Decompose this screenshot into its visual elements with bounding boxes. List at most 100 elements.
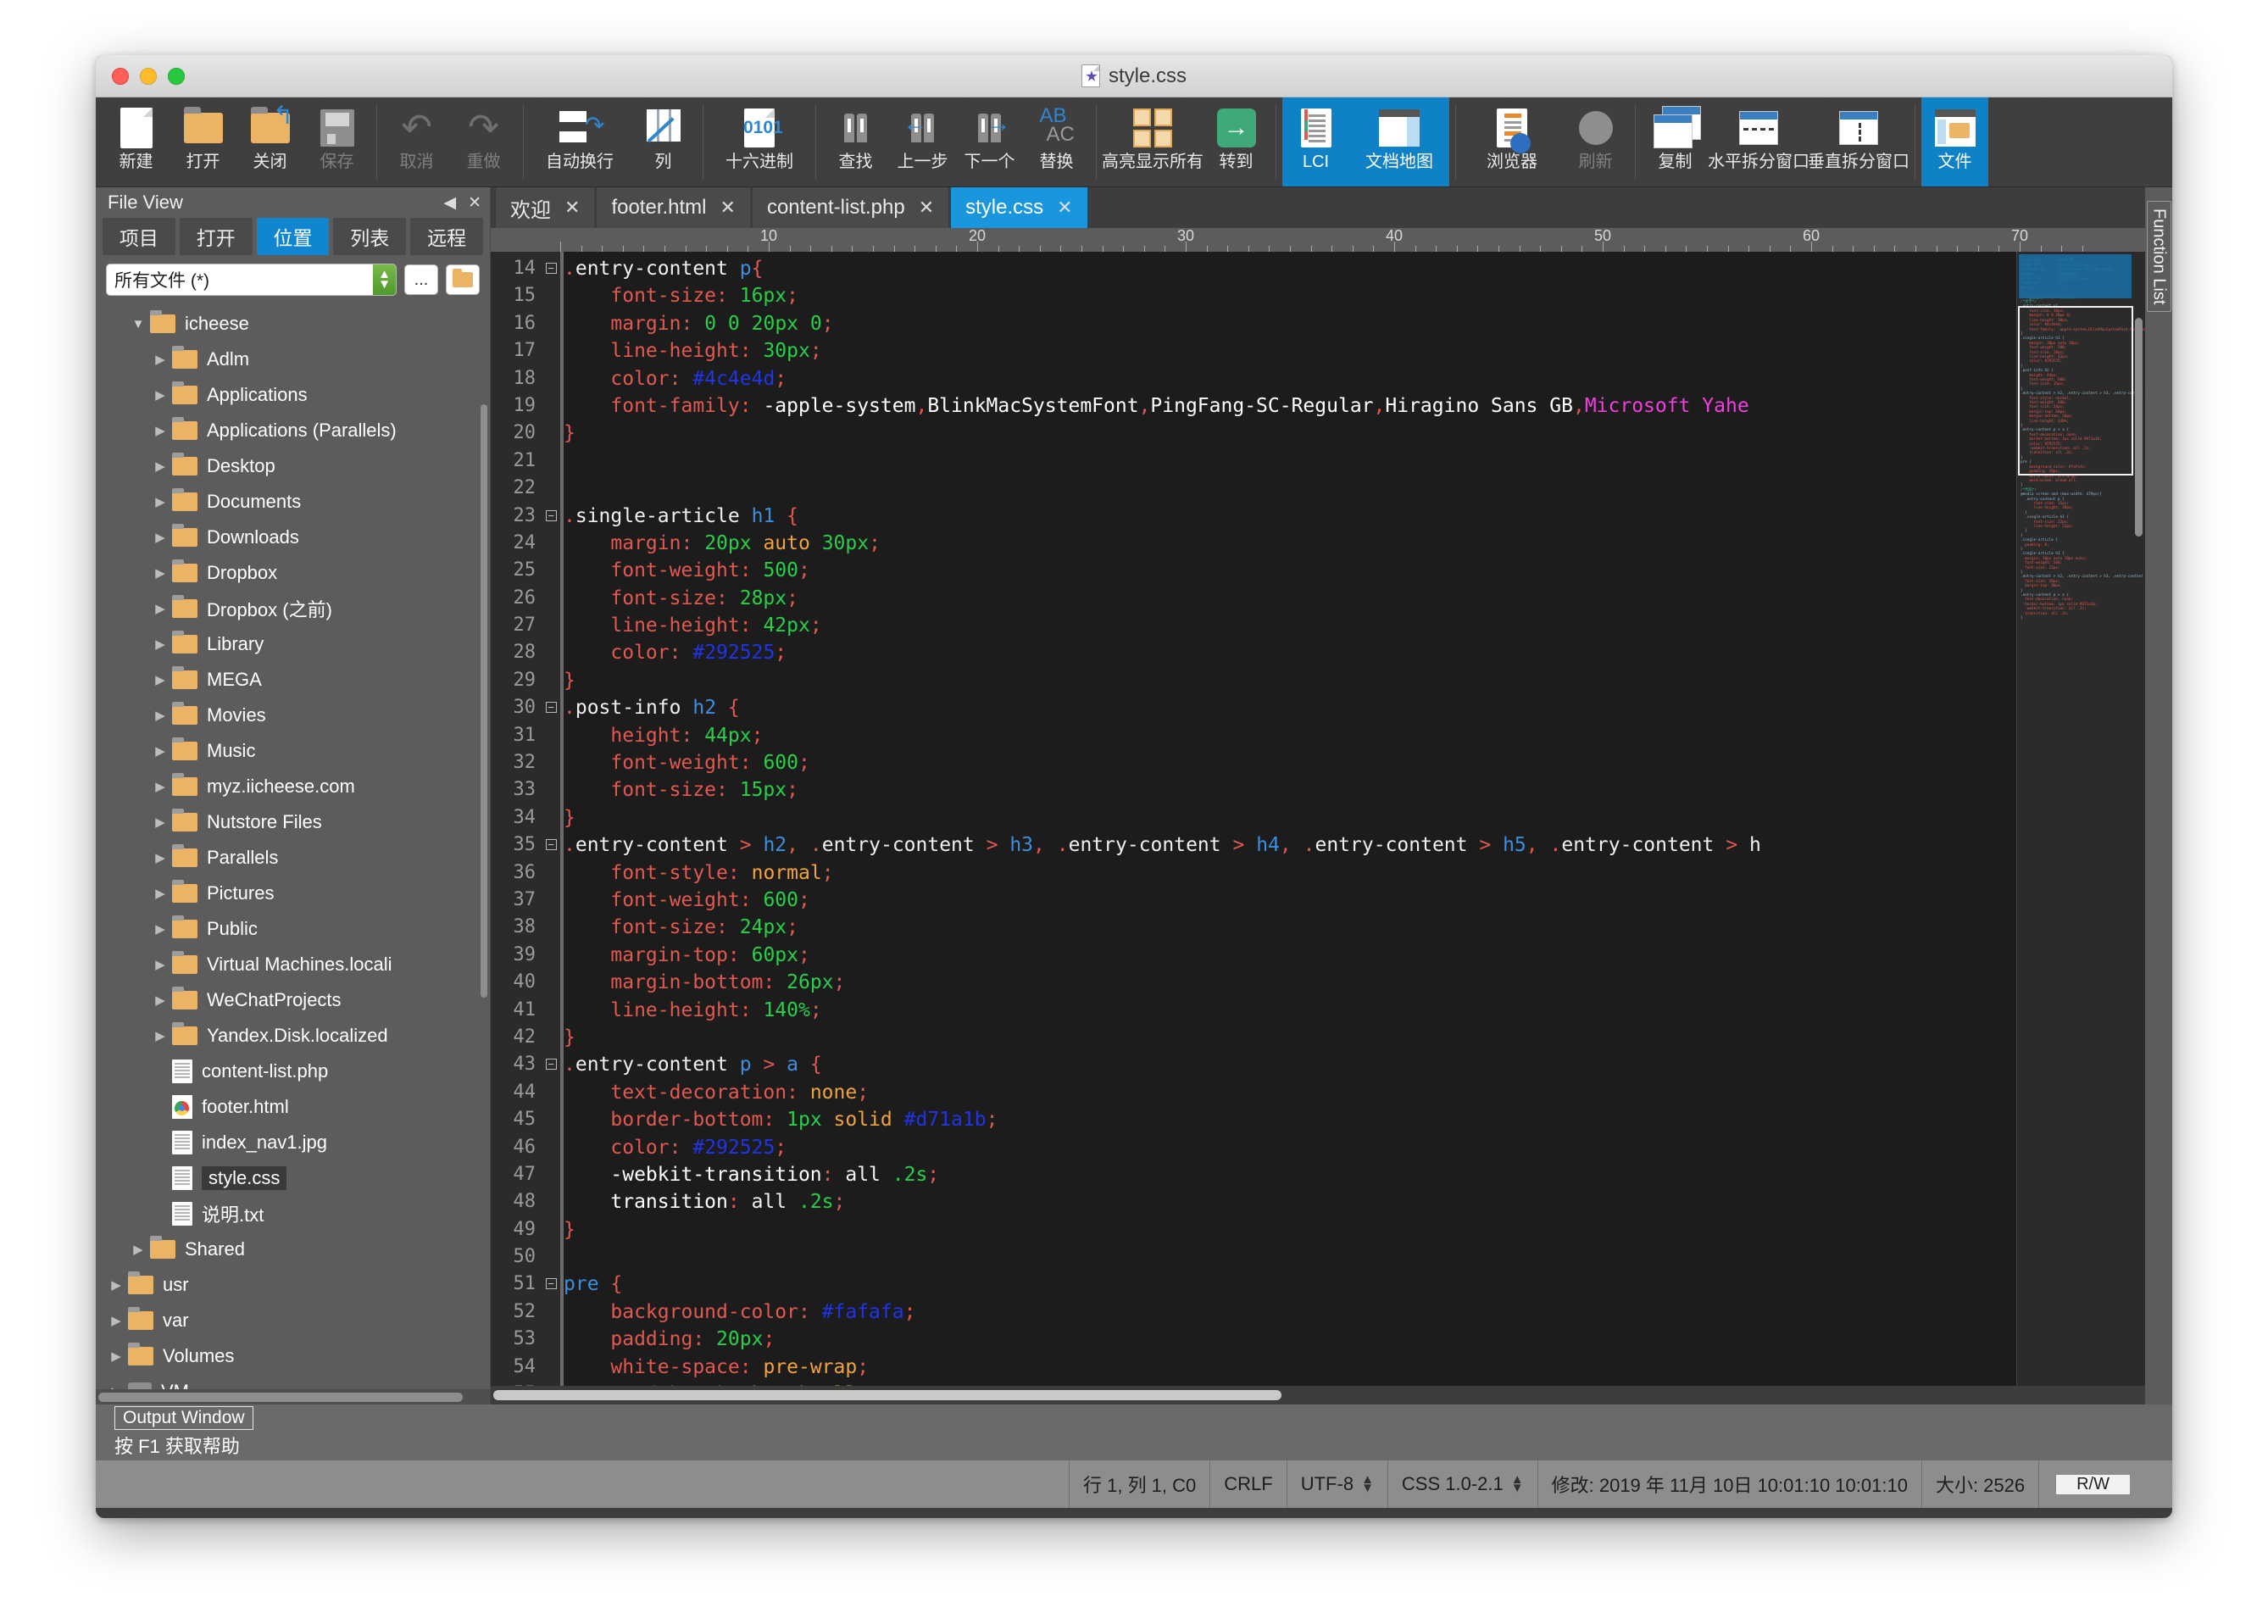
- status-encoding[interactable]: UTF-8 ▲▼: [1287, 1460, 1387, 1508]
- toolbar-button-duplicate[interactable]: 复制: [1642, 97, 1709, 186]
- sidebar-tab-remote[interactable]: 远程: [410, 218, 483, 255]
- toolbar-button-new[interactable]: 新建: [103, 97, 170, 186]
- tree-item[interactable]: ▶Documents: [96, 484, 490, 520]
- twisty-collapsed-icon[interactable]: ▶: [148, 993, 172, 1008]
- twisty-collapsed-icon[interactable]: ▶: [148, 815, 172, 830]
- close-window-button[interactable]: [112, 68, 129, 85]
- toolbar-button-word-wrap[interactable]: ↷ 自动换行: [530, 97, 630, 186]
- twisty-collapsed-icon[interactable]: ▶: [148, 672, 172, 687]
- sidebar-scrollbar[interactable]: [481, 404, 487, 998]
- twisty-collapsed-icon[interactable]: ▶: [148, 530, 172, 545]
- twisty-collapsed-icon[interactable]: ▶: [148, 387, 172, 403]
- sidebar-tab-list[interactable]: 列表: [333, 218, 406, 255]
- tree-item[interactable]: 说明.txt: [96, 1196, 490, 1232]
- twisty-collapsed-icon[interactable]: ▶: [148, 459, 172, 474]
- file-tree[interactable]: ▼icheese▶Adlm▶Applications▶Applications …: [96, 303, 490, 1389]
- tree-item[interactable]: ▼icheese: [96, 306, 490, 342]
- fold-toggle-icon[interactable]: −: [542, 503, 560, 530]
- document-map-viewport[interactable]: [2018, 306, 2133, 476]
- toolbar-button-column[interactable]: 列: [630, 97, 697, 186]
- twisty-collapsed-icon[interactable]: ▶: [148, 565, 172, 581]
- toolbar-button-open[interactable]: 打开: [170, 97, 236, 186]
- browse-button[interactable]: ...: [404, 264, 438, 295]
- editor-tab-footer-html[interactable]: footer.html ✕: [597, 187, 750, 228]
- twisty-collapsed-icon[interactable]: ▶: [148, 957, 172, 972]
- collapse-icon[interactable]: ◀: [443, 193, 456, 213]
- twisty-expanded-icon[interactable]: ▼: [126, 317, 150, 331]
- close-tab-icon[interactable]: ✕: [1057, 197, 1072, 219]
- toolbar-button-undo[interactable]: ↶ 取消: [383, 97, 450, 186]
- tree-item[interactable]: style.css: [96, 1160, 490, 1196]
- tree-item[interactable]: ▶Volumes: [96, 1338, 490, 1374]
- tree-item[interactable]: ▶Desktop: [96, 448, 490, 484]
- tree-item[interactable]: ▶Adlm: [96, 342, 490, 377]
- tree-item[interactable]: ▶Applications: [96, 377, 490, 413]
- close-icon[interactable]: ✕: [468, 193, 481, 213]
- toolbar-button-close[interactable]: ↰ 关闭: [236, 97, 303, 186]
- toolbar-button-document-map[interactable]: 文档地图: [1349, 97, 1449, 186]
- twisty-collapsed-icon[interactable]: ▶: [148, 1028, 172, 1043]
- sidebar-tab-open[interactable]: 打开: [180, 218, 253, 255]
- tree-item[interactable]: ▶Virtual Machines.locali: [96, 947, 490, 982]
- tree-item[interactable]: ▶Dropbox: [96, 555, 490, 591]
- tree-item[interactable]: ▶Applications (Parallels): [96, 413, 490, 448]
- toolbar-button-find-next[interactable]: → 下一个: [956, 97, 1023, 186]
- status-language[interactable]: CSS 1.0-2.1 ▲▼: [1387, 1460, 1537, 1508]
- twisty-collapsed-icon[interactable]: ▶: [148, 779, 172, 794]
- twisty-collapsed-icon[interactable]: ▶: [148, 708, 172, 723]
- twisty-collapsed-icon[interactable]: ▶: [104, 1277, 128, 1293]
- editor-horizontal-scrollbar[interactable]: [491, 1386, 2145, 1404]
- fold-toggle-icon[interactable]: −: [542, 1051, 560, 1078]
- toolbar-button-replace[interactable]: AB AC 替换: [1023, 97, 1090, 186]
- tree-item[interactable]: ▶myz.iicheese.com: [96, 769, 490, 804]
- toolbar-button-browser[interactable]: 浏览器: [1462, 97, 1562, 186]
- tree-item[interactable]: ▶VM: [96, 1374, 490, 1389]
- tree-item[interactable]: ▶Movies: [96, 698, 490, 733]
- editor-tab-welcome[interactable]: 欢迎 ✕: [496, 187, 594, 228]
- sidebar-tab-location[interactable]: 位置: [257, 218, 330, 255]
- twisty-collapsed-icon[interactable]: ▶: [148, 850, 172, 865]
- toolbar-button-highlight-all[interactable]: 高亮显示所有: [1103, 97, 1203, 186]
- toolbar-button-find-previous[interactable]: ← 上一步: [889, 97, 956, 186]
- twisty-collapsed-icon[interactable]: ▶: [148, 601, 172, 616]
- tree-item[interactable]: ▶Pictures: [96, 876, 490, 911]
- function-list-panel-tab[interactable]: Function List: [2145, 187, 2172, 1404]
- close-tab-icon[interactable]: ✕: [919, 197, 934, 219]
- twisty-collapsed-icon[interactable]: ▶: [148, 886, 172, 901]
- twisty-collapsed-icon[interactable]: ▶: [148, 352, 172, 367]
- code-editor[interactable]: 1415161718192021222324252627282930313233…: [491, 252, 2145, 1386]
- close-tab-icon[interactable]: ✕: [564, 197, 580, 219]
- tree-item[interactable]: ▶Public: [96, 911, 490, 947]
- close-tab-icon[interactable]: ✕: [720, 197, 736, 219]
- twisty-collapsed-icon[interactable]: ▶: [148, 743, 172, 759]
- tree-item[interactable]: ▶Parallels: [96, 840, 490, 876]
- twisty-collapsed-icon[interactable]: ▶: [148, 921, 172, 937]
- sidebar-horizontal-scrollbar[interactable]: [96, 1389, 490, 1404]
- file-filter-select[interactable]: 所有文件 (*) ▲▼: [106, 264, 397, 296]
- twisty-collapsed-icon[interactable]: ▶: [148, 494, 172, 509]
- stepper-icon[interactable]: ▲▼: [373, 264, 396, 295]
- toolbar-button-refresh[interactable]: 刷新: [1562, 97, 1629, 186]
- tree-item[interactable]: index_nav1.jpg: [96, 1125, 490, 1160]
- twisty-collapsed-icon[interactable]: ▶: [104, 1349, 128, 1364]
- toolbar-button-find[interactable]: 查找: [822, 97, 889, 186]
- editor-tab-style-css[interactable]: style.css ✕: [951, 187, 1087, 228]
- sidebar-tab-project[interactable]: 项目: [103, 218, 175, 255]
- fold-toggle-icon[interactable]: −: [542, 694, 560, 721]
- document-map[interactable]: /*Theme Name: B2子主题Theme URI: http://7b2…: [2016, 252, 2145, 1386]
- toolbar-button-file-view[interactable]: 文件: [1921, 97, 1988, 186]
- status-access-mode[interactable]: R/W: [2056, 1475, 2130, 1494]
- encoding-stepper-icon[interactable]: ▲▼: [1361, 1476, 1374, 1493]
- toolbar-button-lci[interactable]: LCI: [1282, 97, 1349, 186]
- minimize-window-button[interactable]: [140, 68, 157, 85]
- toolbar-button-goto[interactable]: → 转到: [1203, 97, 1270, 186]
- toolbar-button-redo[interactable]: ↷ 重做: [450, 97, 517, 186]
- tree-item[interactable]: footer.html: [96, 1089, 490, 1125]
- fold-toggle-icon[interactable]: −: [542, 1271, 560, 1298]
- tree-item[interactable]: ▶Yandex.Disk.localized: [96, 1018, 490, 1054]
- twisty-collapsed-icon[interactable]: ▶: [104, 1313, 128, 1328]
- tree-item[interactable]: ▶Music: [96, 733, 490, 769]
- tree-item[interactable]: ▶Dropbox (之前): [96, 591, 490, 626]
- code-text[interactable]: .entry-content p{ font-size: 16px; margi…: [564, 252, 2016, 1386]
- document-map-scrollbar[interactable]: [2135, 318, 2143, 537]
